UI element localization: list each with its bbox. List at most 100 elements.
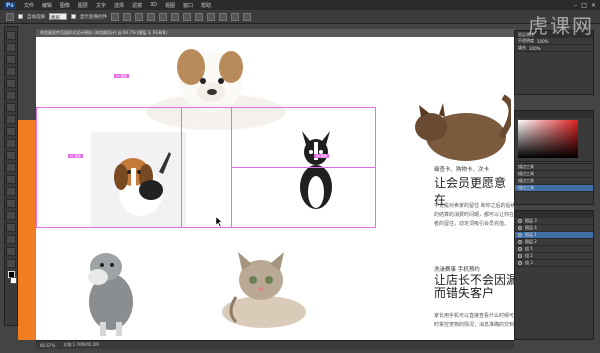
close-icon[interactable]: × — [591, 2, 596, 9]
slice-label: 01 图层 — [114, 74, 129, 78]
boston-terrier-image — [300, 131, 332, 209]
eye-icon[interactable] — [518, 240, 522, 244]
clone-stamp-tool-icon[interactable] — [6, 127, 16, 136]
document-tab[interactable]: 浏览器宣传页面样式设计网站 (浏览器设计) @ 66.7% (图层 3, RGB… — [36, 29, 516, 37]
zoom-tool-icon[interactable] — [6, 259, 16, 268]
fill-row[interactable]: 填充 100% — [515, 45, 593, 52]
properties-panel: 图层属性 不透明度 100% 填充 100% — [514, 30, 594, 95]
crop-tool-icon[interactable] — [6, 79, 16, 88]
menu-file[interactable]: 文件 — [24, 2, 34, 9]
lasso-tool-icon[interactable] — [6, 55, 16, 64]
menu-view[interactable]: 视图 — [165, 2, 175, 9]
brush-tool-icon[interactable] — [6, 115, 16, 124]
history-item-label: 描边工具 — [518, 185, 534, 190]
menu-edit[interactable]: 编辑 — [42, 2, 52, 9]
eye-icon[interactable] — [518, 261, 522, 265]
document-canvas[interactable]: 01 图层 02 图层 03 图层 细查卡、购物卡、次卡 让会员更愿意在 不论是… — [36, 37, 514, 340]
menu-help[interactable]: 帮助 — [201, 2, 211, 9]
bulldog-puppy-image — [146, 49, 286, 130]
tools-panel — [4, 26, 18, 326]
blur-tool-icon[interactable] — [6, 175, 16, 184]
shape-tool-icon[interactable] — [6, 235, 16, 244]
menu-type[interactable]: 文字 — [96, 2, 106, 9]
color-picker-field[interactable] — [518, 120, 578, 158]
align-top-icon[interactable] — [111, 12, 119, 21]
history-brush-tool-icon[interactable] — [6, 139, 16, 148]
move-tool-preset-icon[interactable] — [6, 12, 14, 21]
align-right-icon[interactable] — [171, 12, 179, 21]
slice-guide-line — [181, 107, 182, 227]
layer-row[interactable]: 图层 3 — [515, 218, 593, 225]
layer-row[interactable]: 图层 4 — [515, 225, 593, 232]
layer-name: 图层 1 — [525, 232, 537, 237]
distribute-middle-icon[interactable] — [195, 12, 203, 21]
eye-icon[interactable] — [518, 226, 522, 230]
align-bottom-icon[interactable] — [135, 12, 143, 21]
fill-label: 填充 — [518, 45, 526, 50]
history-item[interactable]: 描边工具 — [515, 164, 593, 171]
distribute-bottom-icon[interactable] — [207, 12, 215, 21]
photoshop-logo: Ps — [4, 1, 16, 9]
opacity-value[interactable]: 100% — [537, 39, 548, 44]
show-transform-checkbox[interactable] — [71, 14, 76, 19]
eyedropper-tool-icon[interactable] — [6, 91, 16, 100]
menu-image[interactable]: 图像 — [60, 2, 70, 9]
color-panel — [514, 110, 594, 162]
fill-value[interactable]: 100% — [529, 46, 540, 51]
section2-body: 家长用手机可以直接查看什么时候可以做，随时掌控宠物的情况，消息准确的交到第一手。 — [434, 313, 514, 328]
slice-guide-line — [36, 107, 376, 108]
align-center-icon[interactable] — [159, 12, 167, 21]
eye-icon[interactable] — [518, 219, 522, 223]
move-tool-icon[interactable] — [6, 31, 16, 40]
opacity-row[interactable]: 不透明度 100% — [515, 38, 593, 45]
layer-row[interactable]: 组 3 — [515, 260, 593, 267]
history-item[interactable]: 描边工具 — [515, 178, 593, 185]
layer-select-value: 图层 — [51, 16, 60, 21]
dodge-tool-icon[interactable] — [6, 187, 16, 196]
tabby-kitten-image — [222, 252, 306, 328]
distribute-left-icon[interactable] — [219, 12, 227, 21]
eye-icon[interactable] — [518, 254, 522, 258]
type-tool-icon[interactable] — [6, 211, 16, 220]
distribute-center-icon[interactable] — [231, 12, 239, 21]
background-color-swatch[interactable] — [9, 277, 17, 284]
path-select-tool-icon[interactable] — [6, 223, 16, 232]
history-item[interactable]: 描边工具 — [515, 171, 593, 178]
layer-row[interactable]: 图层 2 — [515, 239, 593, 246]
menu-filter[interactable]: 滤镜 — [132, 2, 142, 9]
layer-row[interactable]: 组 1 — [515, 246, 593, 253]
layer-name: 组 1 — [525, 246, 533, 251]
healing-tool-icon[interactable] — [6, 103, 16, 112]
distribute-top-icon[interactable] — [183, 12, 191, 21]
minimize-icon[interactable]: – — [574, 2, 577, 9]
marquee-tool-icon[interactable] — [6, 43, 16, 52]
color-panel-header — [515, 111, 593, 118]
history-item-selected[interactable]: 描边工具 — [515, 185, 593, 192]
menu-select[interactable]: 选择 — [114, 2, 124, 9]
eye-icon[interactable] — [518, 247, 522, 251]
menu-layer[interactable]: 图层 — [78, 2, 88, 9]
menu-3d[interactable]: 3D — [150, 2, 157, 8]
align-middle-icon[interactable] — [123, 12, 131, 21]
zoom-level[interactable]: 66.67% — [40, 343, 55, 348]
section1-body: 不论是对卖家的留住 和你之后的后续 让会员的结算的消费时间期，都可以让你在保持营… — [434, 203, 514, 227]
gradient-tool-icon[interactable] — [6, 163, 16, 172]
layer-row[interactable]: 组 2 — [515, 253, 593, 260]
distribute-right-icon[interactable] — [243, 12, 251, 21]
layer-select-dropdown[interactable]: 图层 — [49, 13, 67, 21]
slice-label: 03 图层 — [314, 154, 329, 158]
eye-icon[interactable] — [518, 233, 522, 237]
quick-select-tool-icon[interactable] — [6, 67, 16, 76]
section2-subtitle: 洗澡赛事 手机预约 — [434, 267, 480, 273]
align-left-icon[interactable] — [147, 12, 155, 21]
eraser-tool-icon[interactable] — [6, 151, 16, 160]
beagle-puppy-image — [91, 132, 186, 227]
slice-guide-line — [36, 227, 376, 228]
show-transform-label: 显示变换控件 — [80, 14, 107, 20]
layer-row-selected[interactable]: 图层 1 — [515, 232, 593, 239]
maximize-icon[interactable]: □ — [581, 2, 587, 9]
menu-window[interactable]: 窗口 — [183, 2, 193, 9]
pen-tool-icon[interactable] — [6, 199, 16, 208]
auto-select-checkbox[interactable] — [18, 14, 23, 19]
hand-tool-icon[interactable] — [6, 247, 16, 256]
